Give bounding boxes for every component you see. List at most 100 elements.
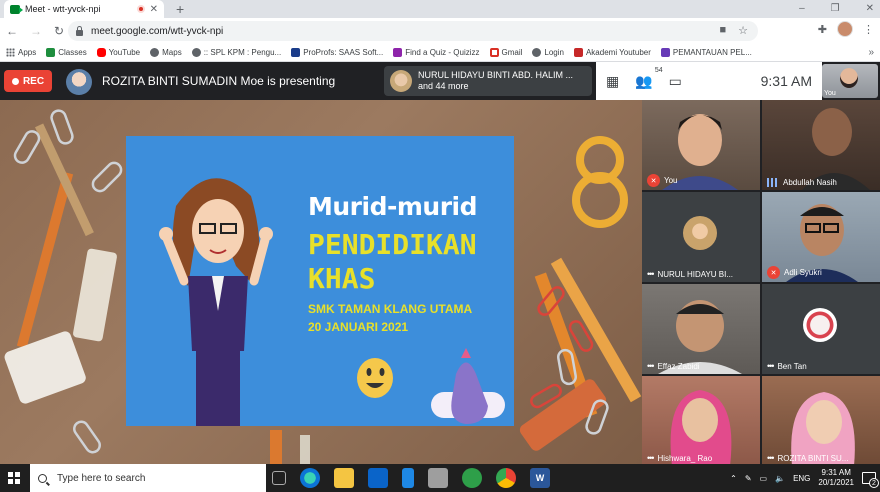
classroom-icon bbox=[46, 48, 56, 57]
more-options-icon[interactable]: ••• bbox=[767, 453, 775, 463]
bookmark-spl-kpm[interactable]: :: SPL KPM : Pengu... bbox=[191, 48, 281, 57]
participant-name: Adli Syukri bbox=[784, 268, 822, 277]
participant-tile-effaz[interactable]: ••• Effaz Zabidi bbox=[642, 284, 760, 374]
participant-tile-rozita[interactable]: ••• ROZITA BINTI SU... bbox=[762, 376, 880, 466]
extensions-area: ✚ ⋮ bbox=[818, 21, 874, 37]
chrome-icon[interactable] bbox=[496, 468, 516, 488]
more-options-icon[interactable]: ••• bbox=[647, 453, 655, 463]
gmail-icon bbox=[489, 48, 499, 57]
url-bar[interactable]: meet.google.com/wtt-yvck-npi ■ ☆ bbox=[68, 21, 758, 41]
bookmark-label: Login bbox=[544, 48, 564, 57]
people-icon[interactable]: 👥 54 bbox=[635, 67, 662, 90]
bookmark-label: Apps bbox=[18, 48, 37, 57]
bookmark-label: Classes bbox=[58, 48, 87, 57]
file-explorer-icon[interactable] bbox=[334, 468, 354, 488]
minimize-button[interactable]: – bbox=[799, 0, 805, 18]
record-dot-icon bbox=[11, 77, 19, 85]
url-text: meet.google.com/wtt-yvck-npi bbox=[91, 25, 224, 37]
bookmark-quizizz[interactable]: Find a Quiz - Quizizz bbox=[393, 48, 480, 57]
bookmark-login[interactable]: Login bbox=[532, 48, 564, 57]
phone-app-icon[interactable] bbox=[402, 468, 414, 488]
pen-icon[interactable]: ✎ bbox=[745, 474, 752, 483]
youtube-icon bbox=[573, 48, 583, 57]
camera-permission-icon[interactable]: ■ bbox=[719, 24, 726, 37]
participant-name: Hishwara_ Rao bbox=[657, 453, 713, 463]
participant-name: You bbox=[664, 176, 678, 185]
taskbar-apps: W bbox=[272, 464, 550, 492]
back-arrow-icon[interactable]: ← bbox=[6, 24, 18, 38]
tab-close-button[interactable]: ✕ bbox=[150, 4, 158, 15]
taskbar-date: 20/1/2021 bbox=[818, 478, 854, 487]
participant-tile-nurul[interactable]: ••• NURUL HIDAYU BI... bbox=[642, 192, 760, 282]
new-tab-button[interactable]: + bbox=[176, 0, 184, 18]
battery-icon[interactable]: ▭ bbox=[760, 474, 768, 483]
bookmark-pemantauan[interactable]: PEMANTAUAN PEL... bbox=[660, 48, 752, 57]
more-options-icon[interactable]: ••• bbox=[767, 361, 775, 371]
browser-tab[interactable]: Meet - wtt-yvck-npi ✕ bbox=[4, 0, 164, 18]
more-options-icon[interactable]: ••• bbox=[647, 269, 655, 279]
forward-arrow-icon[interactable]: → bbox=[30, 24, 42, 38]
people-count: 54 bbox=[654, 66, 663, 74]
globe-icon bbox=[191, 48, 201, 57]
meeting-clock: 9:31 AM bbox=[760, 73, 812, 89]
bookmarks-bar: Apps Classes YouTube Maps :: SPL KPM : P… bbox=[0, 44, 880, 62]
tray-overflow-icon[interactable]: ⌃ bbox=[730, 474, 737, 483]
participant-name: Effaz Zabidi bbox=[657, 361, 700, 371]
globe-icon bbox=[150, 48, 160, 57]
participant-avatar bbox=[803, 308, 837, 342]
system-tray: ⌃ ✎ ▭ 🔈 ENG 9:31 AM 20/1/2021 2 bbox=[730, 464, 879, 492]
notifications-icon[interactable]: 2 bbox=[862, 472, 879, 488]
participant-tile-adli[interactable]: ✕ Adli Syukri bbox=[762, 192, 880, 282]
extensions-puzzle-icon[interactable]: ✚ bbox=[818, 23, 827, 36]
printer-icon[interactable] bbox=[428, 468, 448, 488]
participants-preview[interactable]: NURUL HIDAYU BINTI ABD. HALIM ... and 44… bbox=[384, 66, 592, 96]
bookmark-proprofs[interactable]: ProProfs: SAAS Soft... bbox=[291, 48, 383, 57]
language-indicator[interactable]: ENG bbox=[793, 474, 810, 483]
lock-icon[interactable] bbox=[76, 25, 83, 36]
bookmark-akademi-youtuber[interactable]: Akademi Youtuber bbox=[573, 48, 651, 57]
participant-tile-abdullah[interactable]: Abdullah Nasih bbox=[762, 100, 880, 190]
whatsapp-icon[interactable] bbox=[462, 468, 482, 488]
bookmark-label: YouTube bbox=[108, 48, 141, 57]
participant-avatar bbox=[683, 216, 717, 250]
maximize-button[interactable]: ❐ bbox=[831, 0, 840, 18]
more-options-icon[interactable]: ••• bbox=[647, 361, 655, 371]
profile-avatar[interactable] bbox=[837, 21, 853, 37]
search-placeholder: Type here to search bbox=[57, 472, 146, 484]
tile-layout-icon[interactable]: ▦ bbox=[606, 73, 619, 90]
windows-start-icon[interactable] bbox=[8, 472, 20, 484]
chat-icon[interactable]: ▭ bbox=[669, 73, 682, 90]
participant-tile-ben[interactable]: ••• Ben Tan bbox=[762, 284, 880, 374]
taskbar-clock[interactable]: 9:31 AM 20/1/2021 bbox=[818, 468, 854, 488]
star-bookmark-icon[interactable]: ☆ bbox=[738, 24, 748, 37]
participant-tile-hishwara[interactable]: ••• Hishwara_ Rao bbox=[642, 376, 760, 466]
mail-icon[interactable] bbox=[368, 468, 388, 488]
recording-button[interactable]: REC bbox=[4, 70, 52, 92]
participant-tile-you[interactable]: ✕ You bbox=[642, 100, 760, 190]
bookmarks-overflow-button[interactable]: » bbox=[868, 47, 874, 58]
edge-icon[interactable] bbox=[300, 468, 320, 488]
browser-menu-icon[interactable]: ⋮ bbox=[863, 23, 874, 36]
notification-count: 2 bbox=[869, 478, 879, 488]
taskbar-search[interactable]: Type here to search bbox=[30, 464, 266, 492]
presenter-banner: ROZITA BINTI SUMADIN Moe is presenting bbox=[102, 74, 336, 88]
bookmark-classes[interactable]: Classes bbox=[46, 48, 87, 57]
bookmark-youtube[interactable]: YouTube bbox=[96, 48, 141, 57]
browser-tab-strip: Meet - wtt-yvck-npi ✕ + – ❐ ✕ bbox=[0, 0, 880, 18]
apps-grid-icon bbox=[6, 48, 15, 57]
meet-controls: ▦ 👥 54 ▭ 9:31 AM bbox=[596, 62, 822, 100]
bookmark-maps[interactable]: Maps bbox=[150, 48, 182, 57]
bookmark-apps[interactable]: Apps bbox=[6, 48, 36, 57]
task-view-icon[interactable] bbox=[272, 471, 286, 485]
bookmark-gmail[interactable]: Gmail bbox=[489, 48, 522, 57]
mic-off-icon: ✕ bbox=[767, 266, 780, 279]
bookmark-label: Akademi Youtuber bbox=[585, 48, 651, 57]
volume-icon[interactable]: 🔈 bbox=[775, 474, 785, 483]
youtube-icon bbox=[96, 48, 106, 57]
smiley-emoji-icon bbox=[357, 358, 393, 398]
close-window-button[interactable]: ✕ bbox=[866, 0, 874, 18]
self-view-thumbnail[interactable]: You bbox=[822, 64, 878, 98]
word-icon[interactable]: W bbox=[530, 468, 550, 488]
participants-preview-name: NURUL HIDAYU BINTI ABD. HALIM ... bbox=[418, 70, 574, 80]
reload-icon[interactable]: ↻ bbox=[54, 24, 64, 38]
